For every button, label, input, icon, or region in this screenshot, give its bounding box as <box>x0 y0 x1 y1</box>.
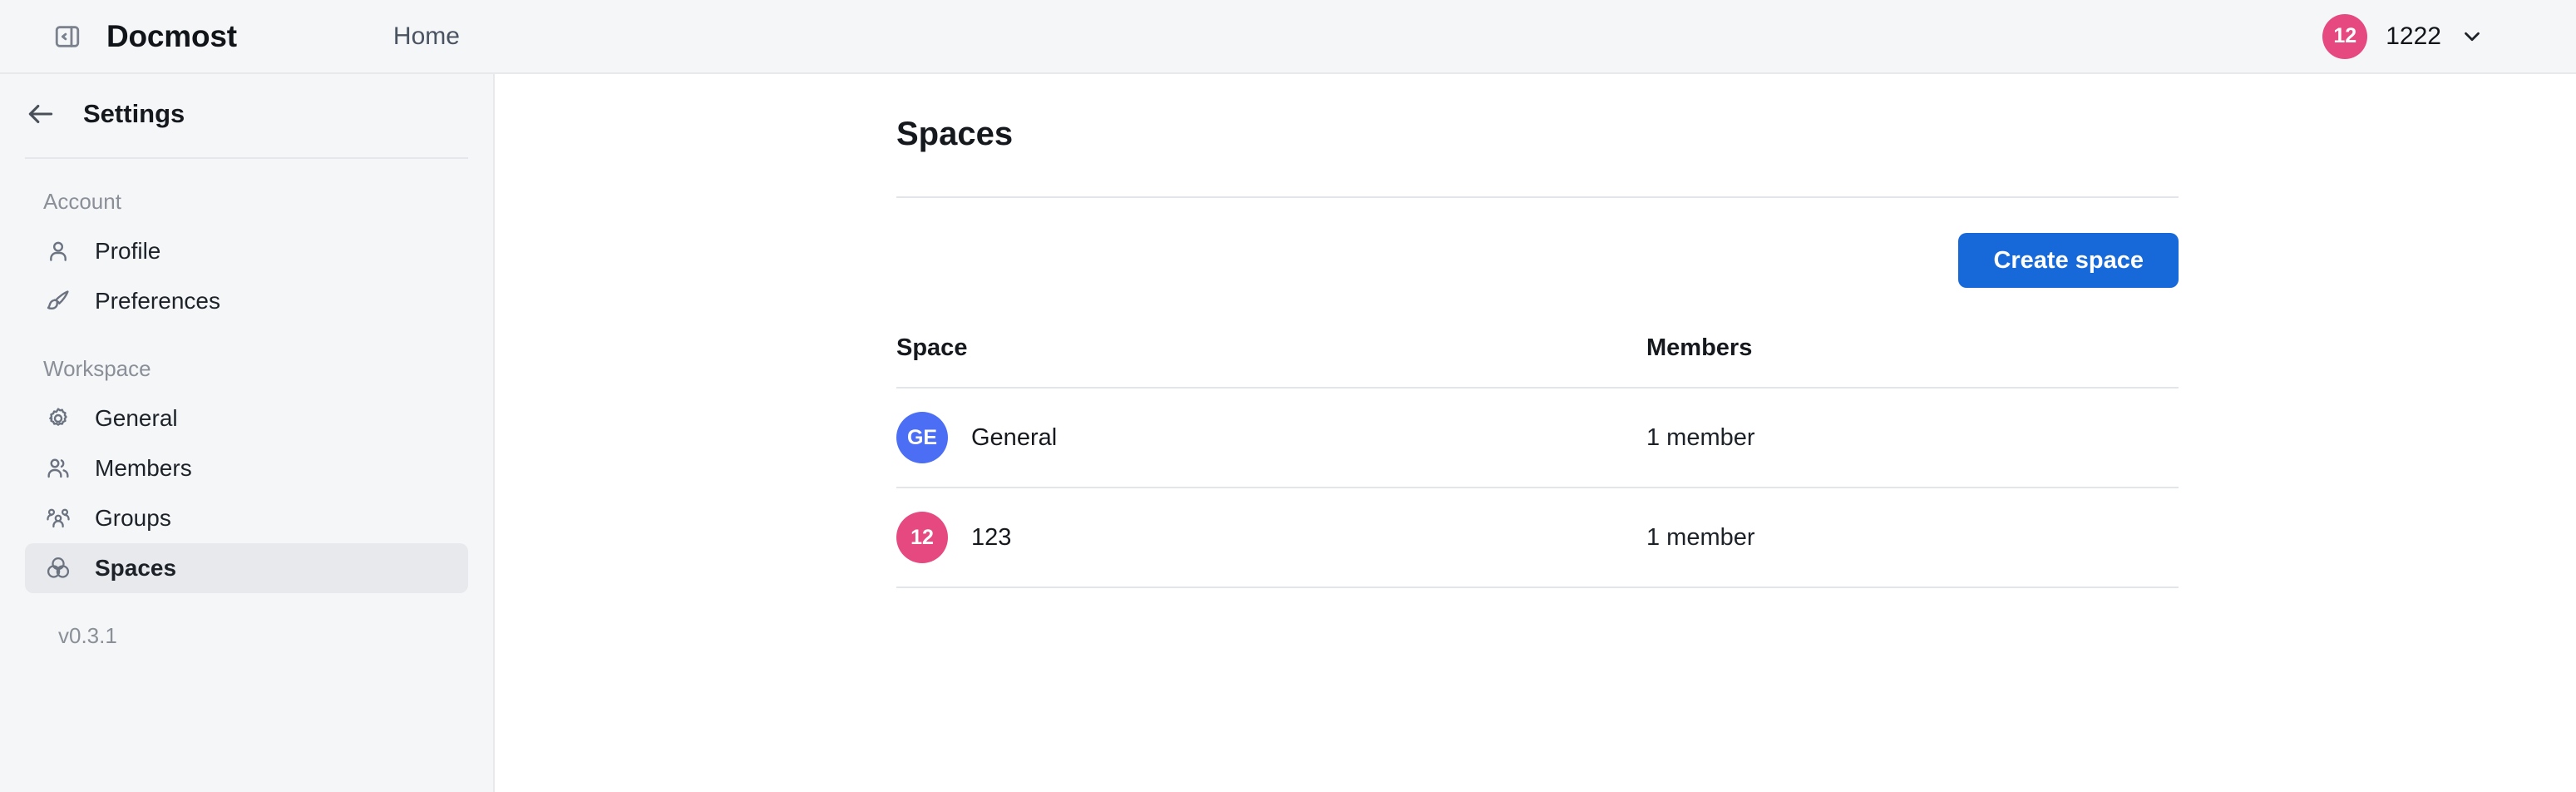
sidebar-toggle-icon <box>55 25 80 47</box>
sidebar-item-label: General <box>95 405 178 431</box>
table-row[interactable]: 12 123 1 member <box>896 488 2179 588</box>
gear-icon <box>43 403 73 433</box>
column-header-members: Members <box>1646 334 2179 389</box>
space-avatar: GE <box>896 412 948 463</box>
sidebar-item-general[interactable]: General <box>25 394 468 443</box>
sidebar-item-label: Profile <box>95 238 161 264</box>
brush-icon <box>43 286 73 316</box>
sidebar-section-workspace: Workspace <box>43 356 151 381</box>
sidebar-header: Settings <box>0 74 493 154</box>
users-icon <box>43 453 73 483</box>
sidebar-item-spaces[interactable]: Spaces <box>25 543 468 593</box>
sidebar-toggle-button[interactable] <box>47 16 88 57</box>
table-row[interactable]: GE General 1 member <box>896 388 2179 488</box>
column-header-space: Space <box>896 334 1646 389</box>
sidebar-item-label: Preferences <box>95 288 220 314</box>
main-content: Spaces Create space Space Members GE Gen… <box>496 74 2576 792</box>
space-cell: 12 123 <box>896 488 1646 588</box>
user-name-label: 1222 <box>2386 22 2441 50</box>
sidebar-item-label: Spaces <box>95 555 177 581</box>
create-space-button[interactable]: Create space <box>1958 233 2179 288</box>
sidebar-section-account: Account <box>43 189 121 214</box>
settings-sidebar: Settings Account Profile Preferences Wor… <box>0 74 495 792</box>
space-name: 123 <box>971 523 1012 551</box>
space-avatar: 12 <box>896 512 948 563</box>
user-avatar: 12 <box>2322 13 2368 59</box>
actions-row: Create space <box>896 233 2179 288</box>
nav-link-home[interactable]: Home <box>393 22 460 51</box>
space-members-count: 1 member <box>1646 488 2179 588</box>
sidebar-title: Settings <box>83 99 185 128</box>
table-header-row: Space Members <box>896 334 2179 389</box>
user-menu-button[interactable]: 12 1222 <box>2322 13 2485 59</box>
app-header: Docmost Home 12 1222 <box>0 0 2576 74</box>
sidebar-item-members[interactable]: Members <box>25 443 468 493</box>
arrow-left-icon <box>28 104 53 124</box>
sidebar-item-preferences[interactable]: Preferences <box>25 276 468 326</box>
chevron-down-icon <box>2465 32 2480 41</box>
app-version-label: v0.3.1 <box>58 623 117 648</box>
user-icon <box>43 236 73 266</box>
space-cell: GE General <box>896 388 1646 488</box>
spaces-table: Space Members GE General 1 member 12 123… <box>896 334 2179 588</box>
page-title: Spaces <box>896 116 1014 152</box>
space-members-count: 1 member <box>1646 388 2179 488</box>
sidebar-item-groups[interactable]: Groups <box>25 493 468 543</box>
users-group-icon <box>43 503 73 533</box>
app-title: Docmost <box>106 18 237 53</box>
spaces-knot-icon <box>43 553 73 583</box>
back-button[interactable] <box>25 98 57 130</box>
title-divider <box>896 196 2179 198</box>
sidebar-item-label: Groups <box>95 505 171 531</box>
sidebar-item-profile[interactable]: Profile <box>25 226 468 276</box>
space-name: General <box>971 423 1058 451</box>
sidebar-item-label: Members <box>95 455 192 481</box>
